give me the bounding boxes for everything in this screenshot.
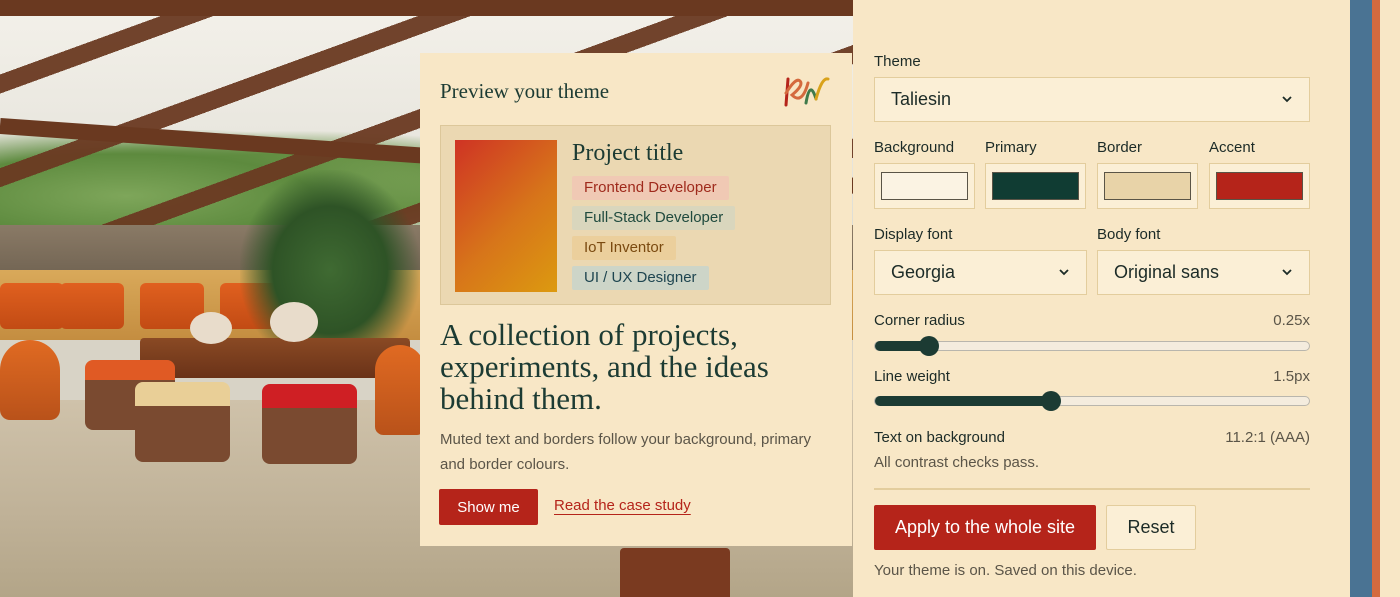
preview-title: Preview your theme (440, 79, 610, 103)
primary-color-label: Primary (985, 139, 1037, 156)
body-font-select[interactable]: Original sans (1097, 250, 1310, 295)
tag-iot: IoT Inventor (572, 236, 676, 260)
edge-stripe-blue (1350, 0, 1372, 597)
line-weight-label: Line weight (874, 368, 950, 385)
display-font-value: Georgia (891, 262, 956, 282)
primary-color-swatch[interactable] (985, 163, 1086, 209)
corner-radius-value: 0.25x (1273, 312, 1310, 329)
body-font-label: Body font (1097, 226, 1161, 243)
display-font-select[interactable]: Georgia (874, 250, 1087, 295)
display-font-label: Display font (874, 226, 953, 243)
theme-settings-panel: Theme Taliesin Background Primary Border… (853, 0, 1350, 597)
theme-select[interactable]: Taliesin (874, 77, 1310, 122)
line-weight-handle[interactable] (1041, 390, 1061, 411)
corner-radius-slider[interactable] (874, 335, 1310, 356)
contrast-value: 11.2:1 (AAA) (1225, 429, 1310, 446)
project-thumbnail (455, 140, 557, 292)
edge-stripe-orange (1372, 0, 1380, 597)
logo-icon (784, 77, 830, 107)
chevron-down-icon (1282, 96, 1292, 103)
project-title: Project title (572, 140, 684, 166)
show-me-button[interactable]: Show me (439, 489, 538, 525)
tag-fullstack: Full-Stack Developer (572, 206, 736, 230)
tag-uiux: UI / UX Designer (572, 266, 709, 290)
line-weight-value: 1.5px (1273, 368, 1310, 385)
body-font-value: Original sans (1114, 262, 1220, 282)
preview-muted-text: Muted text and borders follow your backg… (440, 431, 812, 473)
chevron-down-icon (1059, 269, 1069, 276)
chevron-down-icon (1282, 269, 1292, 276)
theme-select-value: Taliesin (891, 89, 952, 109)
reset-button[interactable]: Reset (1106, 505, 1196, 550)
contrast-label: Text on background (874, 429, 1005, 446)
background-color-swatch[interactable] (874, 163, 975, 209)
accent-color-label: Accent (1209, 139, 1255, 156)
tag-frontend: Frontend Developer (572, 176, 729, 200)
corner-radius-handle[interactable] (919, 335, 939, 356)
border-color-swatch[interactable] (1097, 163, 1198, 209)
project-card: Project title Frontend Developer Full-St… (440, 125, 831, 305)
edge-margin (1380, 0, 1400, 597)
case-study-link[interactable]: Read the case study (554, 497, 691, 514)
preview-headline: A collection of projects, experiments, a… (440, 317, 769, 416)
contrast-note: All contrast checks pass. (874, 454, 1040, 471)
panel-divider (874, 488, 1310, 490)
apply-button[interactable]: Apply to the whole site (874, 505, 1096, 550)
theme-preview-card: Preview your theme Project title Fronten… (420, 53, 852, 546)
theme-label: Theme (874, 53, 921, 70)
border-color-label: Border (1097, 139, 1143, 156)
background-color-label: Background (874, 139, 955, 156)
line-weight-slider[interactable] (874, 390, 1310, 411)
status-message: Your theme is on. Saved on this device. (874, 562, 1137, 579)
corner-radius-label: Corner radius (874, 312, 965, 329)
accent-color-swatch[interactable] (1209, 163, 1310, 209)
